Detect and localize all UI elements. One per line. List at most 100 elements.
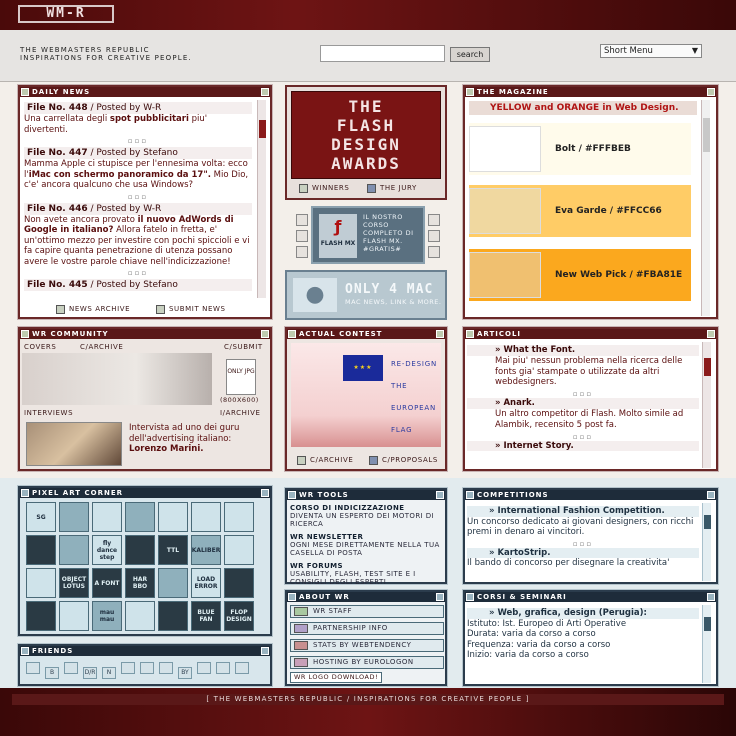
tool-item[interactable]: WR FORUMS USABILITY, FLASH, TEST SITE E I…: [290, 562, 444, 586]
articles-scrollbar[interactable]: [702, 342, 711, 468]
logo-download-link[interactable]: WR LOGO DOWNLOAD!: [290, 672, 383, 683]
about-hosting-link[interactable]: HOSTING BY EUROLOGON: [290, 656, 444, 669]
scrollbar-thumb[interactable]: [704, 617, 711, 631]
news-item[interactable]: File No. 445 / Posted by Stefano: [20, 277, 256, 293]
flash-course-banner[interactable]: ƒ FLASH MX IL NOSTRO CORSO COMPLETO DI FL…: [311, 206, 425, 264]
pixel-art-tile[interactable]: [191, 502, 221, 532]
tool-item[interactable]: CORSO DI INDICIZZAZIONE DIVENTA UN ESPERT…: [290, 504, 444, 528]
news-scrollbar[interactable]: [257, 100, 266, 298]
competitions-scrollbar[interactable]: [702, 503, 711, 581]
covers-archive-link[interactable]: C/ARCHIVE: [80, 343, 123, 351]
site-logo[interactable]: WM-R: [18, 5, 114, 23]
magazine-headline[interactable]: YELLOW and ORANGE in Web Design.: [469, 101, 697, 115]
pixel-art-tile[interactable]: BLUE FAN: [191, 601, 221, 631]
news-link[interactable]: iMac con schermo panoramico da 17".: [29, 170, 211, 180]
pixel-art-tile[interactable]: FLOP DESIGN: [224, 601, 254, 631]
pixel-art-tile[interactable]: [59, 502, 89, 532]
contest-banner[interactable]: ★★★ RE-DESIGN THE EUROPEAN FLAG: [291, 343, 441, 447]
pixel-art-tile[interactable]: TTL: [158, 535, 188, 565]
scrollbar-thumb[interactable]: [703, 118, 710, 152]
jury-button[interactable]: THE JURY: [367, 182, 417, 194]
about-partnership-link[interactable]: PARTNERSHIP INFO: [290, 622, 444, 635]
friend-link-icon[interactable]: N: [102, 667, 116, 679]
news-archive-button[interactable]: NEWS ARCHIVE: [56, 303, 130, 315]
pixel-art-tile[interactable]: A FONT: [92, 568, 122, 598]
magazine-row[interactable]: New Web Pick / #FBA81E: [469, 249, 691, 301]
competition-heading[interactable]: » International Fashion Competition.: [467, 506, 699, 517]
pixel-art-tile[interactable]: [224, 568, 254, 598]
pixel-art-tile[interactable]: [26, 601, 56, 631]
flash-awards-banner[interactable]: THE FLASH DESIGN AWARDS: [291, 91, 441, 179]
article-heading[interactable]: » Internet Story.: [467, 440, 699, 452]
winners-button[interactable]: WINNERS: [299, 182, 349, 194]
nav-square-icon[interactable]: [428, 246, 440, 258]
friend-link-icon[interactable]: [26, 662, 40, 674]
news-item[interactable]: File No. 446 / Posted by W-R Non avete a…: [20, 201, 256, 270]
short-menu-select[interactable]: Short Menu ▼: [600, 44, 702, 58]
friend-link-icon[interactable]: [121, 662, 135, 674]
nav-square-icon[interactable]: [428, 214, 440, 226]
pixel-art-tile[interactable]: KALIBER: [191, 535, 221, 565]
tool-item[interactable]: WR NEWSLETTER OGNI MESE DIRETTAMENTE NELL…: [290, 533, 444, 557]
news-item[interactable]: File No. 447 / Posted by Stefano Mamma A…: [20, 145, 256, 193]
news-link[interactable]: spot pubblicitari: [110, 114, 189, 124]
interviews-archive-link[interactable]: I/ARCHIVE: [220, 409, 261, 417]
pixel-art-tile[interactable]: [224, 535, 254, 565]
nav-square-icon[interactable]: [428, 230, 440, 242]
friend-link-icon[interactable]: BY: [178, 667, 192, 679]
search-input[interactable]: [320, 45, 445, 62]
nav-square-icon[interactable]: [296, 230, 308, 242]
friend-link-icon[interactable]: [235, 662, 249, 674]
covers-submit-link[interactable]: C/SUBMIT: [224, 343, 263, 351]
corso-heading[interactable]: » Web, grafica, design (Perugia):: [467, 608, 699, 619]
pixel-art-tile[interactable]: mau mau: [92, 601, 122, 631]
contest-archive-button[interactable]: C/ARCHIVE: [297, 454, 353, 466]
contest-proposals-button[interactable]: C/PROPOSALS: [369, 454, 438, 466]
pixel-art-tile[interactable]: [125, 601, 155, 631]
nav-square-icon[interactable]: [296, 246, 308, 258]
friend-link-icon[interactable]: [197, 662, 211, 674]
search-button[interactable]: search: [450, 47, 490, 62]
about-staff-link[interactable]: WR STAFF: [290, 605, 444, 618]
magazine-row[interactable]: Bolt / #FFFBEB: [469, 123, 691, 175]
about-stats-link[interactable]: STATS BY WEBTENDENCY: [290, 639, 444, 652]
pixel-art-tile[interactable]: [26, 535, 56, 565]
submit-news-button[interactable]: SUBMIT NEWS: [156, 303, 226, 315]
friend-link-icon[interactable]: D/R: [83, 667, 97, 679]
pixel-art-tile[interactable]: [158, 568, 188, 598]
friend-link-icon[interactable]: [216, 662, 230, 674]
friend-link-icon[interactable]: B: [45, 667, 59, 679]
pixel-art-tile[interactable]: [158, 601, 188, 631]
competition-heading[interactable]: » KartoStrip.: [467, 547, 699, 558]
scrollbar-thumb[interactable]: [259, 120, 266, 138]
friend-link-icon[interactable]: [64, 662, 78, 674]
interviews-label[interactable]: INTERVIEWS: [24, 409, 73, 417]
news-item[interactable]: File No. 448 / Posted by W-R Una carrell…: [20, 100, 256, 137]
pixel-art-tile[interactable]: [125, 502, 155, 532]
scrollbar-thumb[interactable]: [704, 515, 711, 529]
interview-photo[interactable]: [26, 422, 122, 466]
pixel-art-tile[interactable]: [59, 535, 89, 565]
pixel-art-tile[interactable]: OBJECT LOTUS: [59, 568, 89, 598]
article-heading[interactable]: » Anark.: [467, 398, 699, 409]
pixel-art-tile[interactable]: fly dance step: [92, 535, 122, 565]
magazine-scrollbar[interactable]: [701, 100, 710, 316]
only4mac-banner[interactable]: ● ONLY 4 MAC MAC NEWS, LINK & MORE.: [285, 270, 447, 320]
pixel-art-tile[interactable]: HAR BBO: [125, 568, 155, 598]
nav-square-icon[interactable]: [296, 214, 308, 226]
pixel-art-tile[interactable]: [158, 502, 188, 532]
interview-text[interactable]: Intervista ad uno dei guru dell'advertis…: [129, 423, 263, 455]
covers-label[interactable]: COVERS: [24, 343, 56, 351]
cover-image[interactable]: [22, 353, 212, 405]
pixel-art-tile[interactable]: [92, 502, 122, 532]
scrollbar-thumb[interactable]: [704, 358, 711, 376]
article-heading[interactable]: » What the Font.: [467, 345, 699, 356]
pixel-art-tile[interactable]: LOAD ERROR: [191, 568, 221, 598]
pixel-art-tile[interactable]: [59, 601, 89, 631]
pixel-art-tile[interactable]: [125, 535, 155, 565]
pixel-art-tile[interactable]: SG: [26, 502, 56, 532]
pixel-art-tile[interactable]: [224, 502, 254, 532]
corsi-scrollbar[interactable]: [702, 605, 711, 683]
pixel-art-tile[interactable]: [26, 568, 56, 598]
friend-link-icon[interactable]: [159, 662, 173, 674]
